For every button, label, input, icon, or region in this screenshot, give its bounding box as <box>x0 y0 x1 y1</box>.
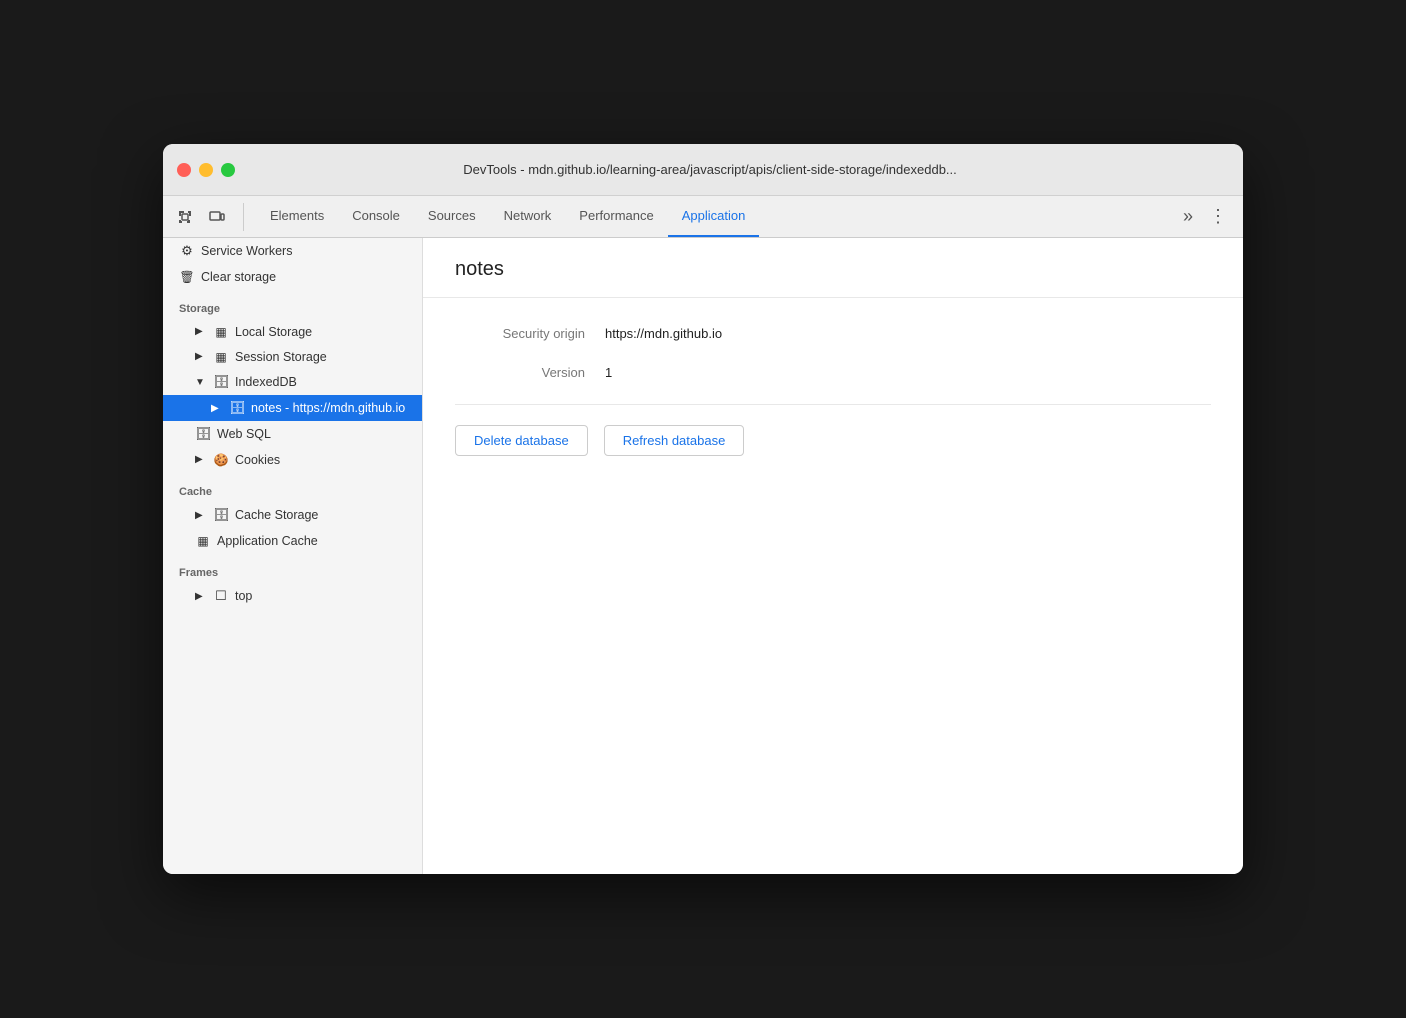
security-origin-row: Security origin https://mdn.github.io <box>455 326 1211 341</box>
arrow-right-icon-top: ▶ <box>195 591 207 602</box>
inspect-icon[interactable] <box>171 203 199 231</box>
gear-icon <box>179 243 195 259</box>
sidebar-item-application-cache[interactable]: Application Cache <box>163 528 422 553</box>
tab-performance[interactable]: Performance <box>565 196 667 237</box>
device-icon[interactable] <box>203 203 231 231</box>
content-body: Security origin https://mdn.github.io Ve… <box>423 298 1243 874</box>
security-origin-label: Security origin <box>455 326 585 341</box>
content-header: notes <box>423 238 1243 298</box>
arrow-right-icon-notes: ▶ <box>211 403 223 414</box>
toolbar: Elements Console Sources Network Perform… <box>163 196 1243 238</box>
sidebar-item-web-sql[interactable]: 🗄 Web SQL <box>163 421 422 447</box>
content-panel: notes Security origin https://mdn.github… <box>423 238 1243 874</box>
frame-icon: ☐ <box>213 588 229 604</box>
db-icon-notes: 🗄 <box>229 400 245 416</box>
version-row: Version 1 <box>455 365 1211 380</box>
arrow-right-icon: ▶ <box>195 351 207 362</box>
sidebar-item-cookies[interactable]: ▶ Cookies <box>163 447 422 472</box>
titlebar: DevTools - mdn.github.io/learning-area/j… <box>163 144 1243 196</box>
sidebar-item-cache-storage[interactable]: ▶ 🗄 Cache Storage <box>163 502 422 528</box>
tab-application[interactable]: Application <box>668 196 760 237</box>
grid-icon-appcache <box>195 533 211 548</box>
more-options-button[interactable]: ⋮ <box>1201 206 1235 227</box>
tab-network[interactable]: Network <box>490 196 566 237</box>
arrow-right-icon-cache: ▶ <box>195 510 207 521</box>
tab-sources[interactable]: Sources <box>414 196 490 237</box>
trash-icon <box>179 269 195 284</box>
toolbar-icons <box>171 203 244 231</box>
divider <box>455 404 1211 405</box>
db-icon-websql: 🗄 <box>195 426 211 442</box>
tabs: Elements Console Sources Network Perform… <box>256 196 1175 237</box>
frames-section-label: Frames <box>163 553 422 583</box>
button-row: Delete database Refresh database <box>455 425 1211 456</box>
sidebar-item-clear-storage[interactable]: Clear storage <box>163 264 422 289</box>
sidebar-item-indexeddb[interactable]: ▼ 🗄 IndexedDB <box>163 369 422 395</box>
close-button[interactable] <box>177 163 191 177</box>
arrow-right-icon-cookies: ▶ <box>195 454 207 465</box>
sidebar-item-local-storage[interactable]: ▶ Local Storage <box>163 319 422 344</box>
grid-icon-session <box>213 349 229 364</box>
db-icon-cache: 🗄 <box>213 507 229 523</box>
grid-icon <box>213 324 229 339</box>
version-label: Version <box>455 365 585 380</box>
more-tabs-button[interactable]: » <box>1175 196 1201 237</box>
delete-database-button[interactable]: Delete database <box>455 425 588 456</box>
version-value: 1 <box>605 365 612 380</box>
sidebar-item-notes-db[interactable]: ▶ 🗄 notes - https://mdn.github.io <box>163 395 422 421</box>
sidebar-item-top[interactable]: ▶ ☐ top <box>163 583 422 609</box>
security-origin-value: https://mdn.github.io <box>605 326 722 341</box>
db-icon: 🗄 <box>213 374 229 390</box>
arrow-down-icon: ▼ <box>195 377 207 388</box>
devtools-window: DevTools - mdn.github.io/learning-area/j… <box>163 144 1243 874</box>
arrow-right-icon: ▶ <box>195 326 207 337</box>
sidebar: Service Workers Clear storage Storage ▶ … <box>163 238 423 874</box>
window-title: DevTools - mdn.github.io/learning-area/j… <box>191 162 1229 177</box>
sidebar-item-service-workers[interactable]: Service Workers <box>163 238 422 264</box>
content-title: notes <box>455 258 1211 281</box>
storage-section-label: Storage <box>163 289 422 319</box>
tab-elements[interactable]: Elements <box>256 196 338 237</box>
cache-section-label: Cache <box>163 472 422 502</box>
sidebar-item-session-storage[interactable]: ▶ Session Storage <box>163 344 422 369</box>
tab-console[interactable]: Console <box>338 196 414 237</box>
main-area: Service Workers Clear storage Storage ▶ … <box>163 238 1243 874</box>
refresh-database-button[interactable]: Refresh database <box>604 425 745 456</box>
cookie-icon <box>213 452 229 467</box>
